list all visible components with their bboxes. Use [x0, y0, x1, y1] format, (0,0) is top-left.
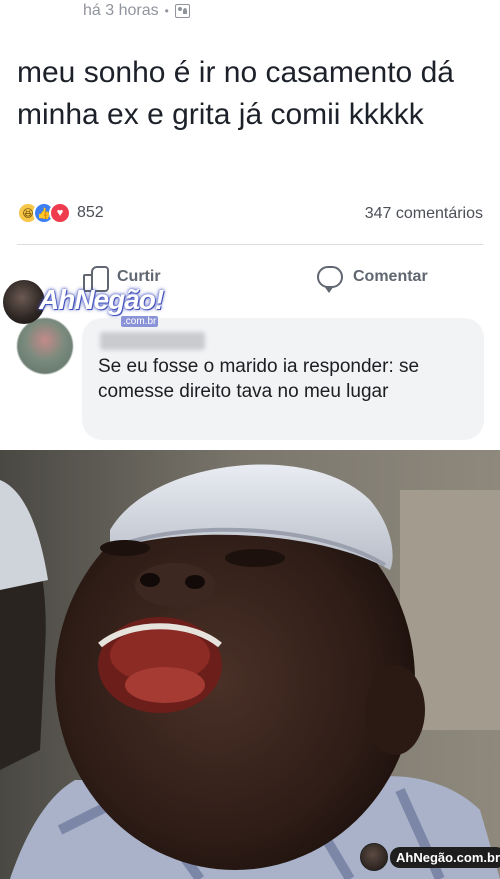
reaction-photo	[0, 450, 500, 879]
comments-count-link[interactable]: 347 comentários	[365, 205, 483, 223]
commenter-name-blurred[interactable]	[100, 332, 205, 350]
love-icon: ♥	[49, 202, 71, 224]
facebook-post: há 3 horas • meu sonho é ir no casamento…	[0, 0, 500, 450]
watermark-top-sub: .com.br	[121, 316, 159, 327]
comment-bubble-icon	[317, 266, 343, 293]
divider	[17, 244, 483, 245]
watermark-mascot-icon	[360, 843, 388, 871]
laughing-man-image	[0, 450, 500, 879]
post-timestamp[interactable]: há 3 horas	[83, 2, 159, 20]
reactions-count: 852	[77, 204, 104, 221]
friends-icon	[174, 4, 190, 18]
watermark-top-text: AhNegão!	[39, 284, 164, 315]
watermark-bottom-text: AhNegão.com.br	[390, 846, 500, 868]
meta-separator: •	[164, 4, 169, 18]
reactions-summary[interactable]: 😆 👍 ♥ 852	[17, 202, 104, 224]
watermark-logo-top: AhNegão! .com.br	[3, 278, 173, 332]
comment-label: Comentar	[353, 268, 428, 285]
post-text: meu sonho é ir no casamento dá minha ex …	[17, 56, 454, 131]
post-meta: há 3 horas •	[83, 0, 190, 22]
comment-button[interactable]: Comentar	[317, 262, 428, 293]
watermark-logo-bottom: AhNegão.com.br	[360, 842, 500, 872]
comment-bubble: Se eu fosse o marido ia responder: se co…	[82, 318, 484, 440]
comment-text: Se eu fosse o marido ia responder: se co…	[98, 356, 420, 402]
